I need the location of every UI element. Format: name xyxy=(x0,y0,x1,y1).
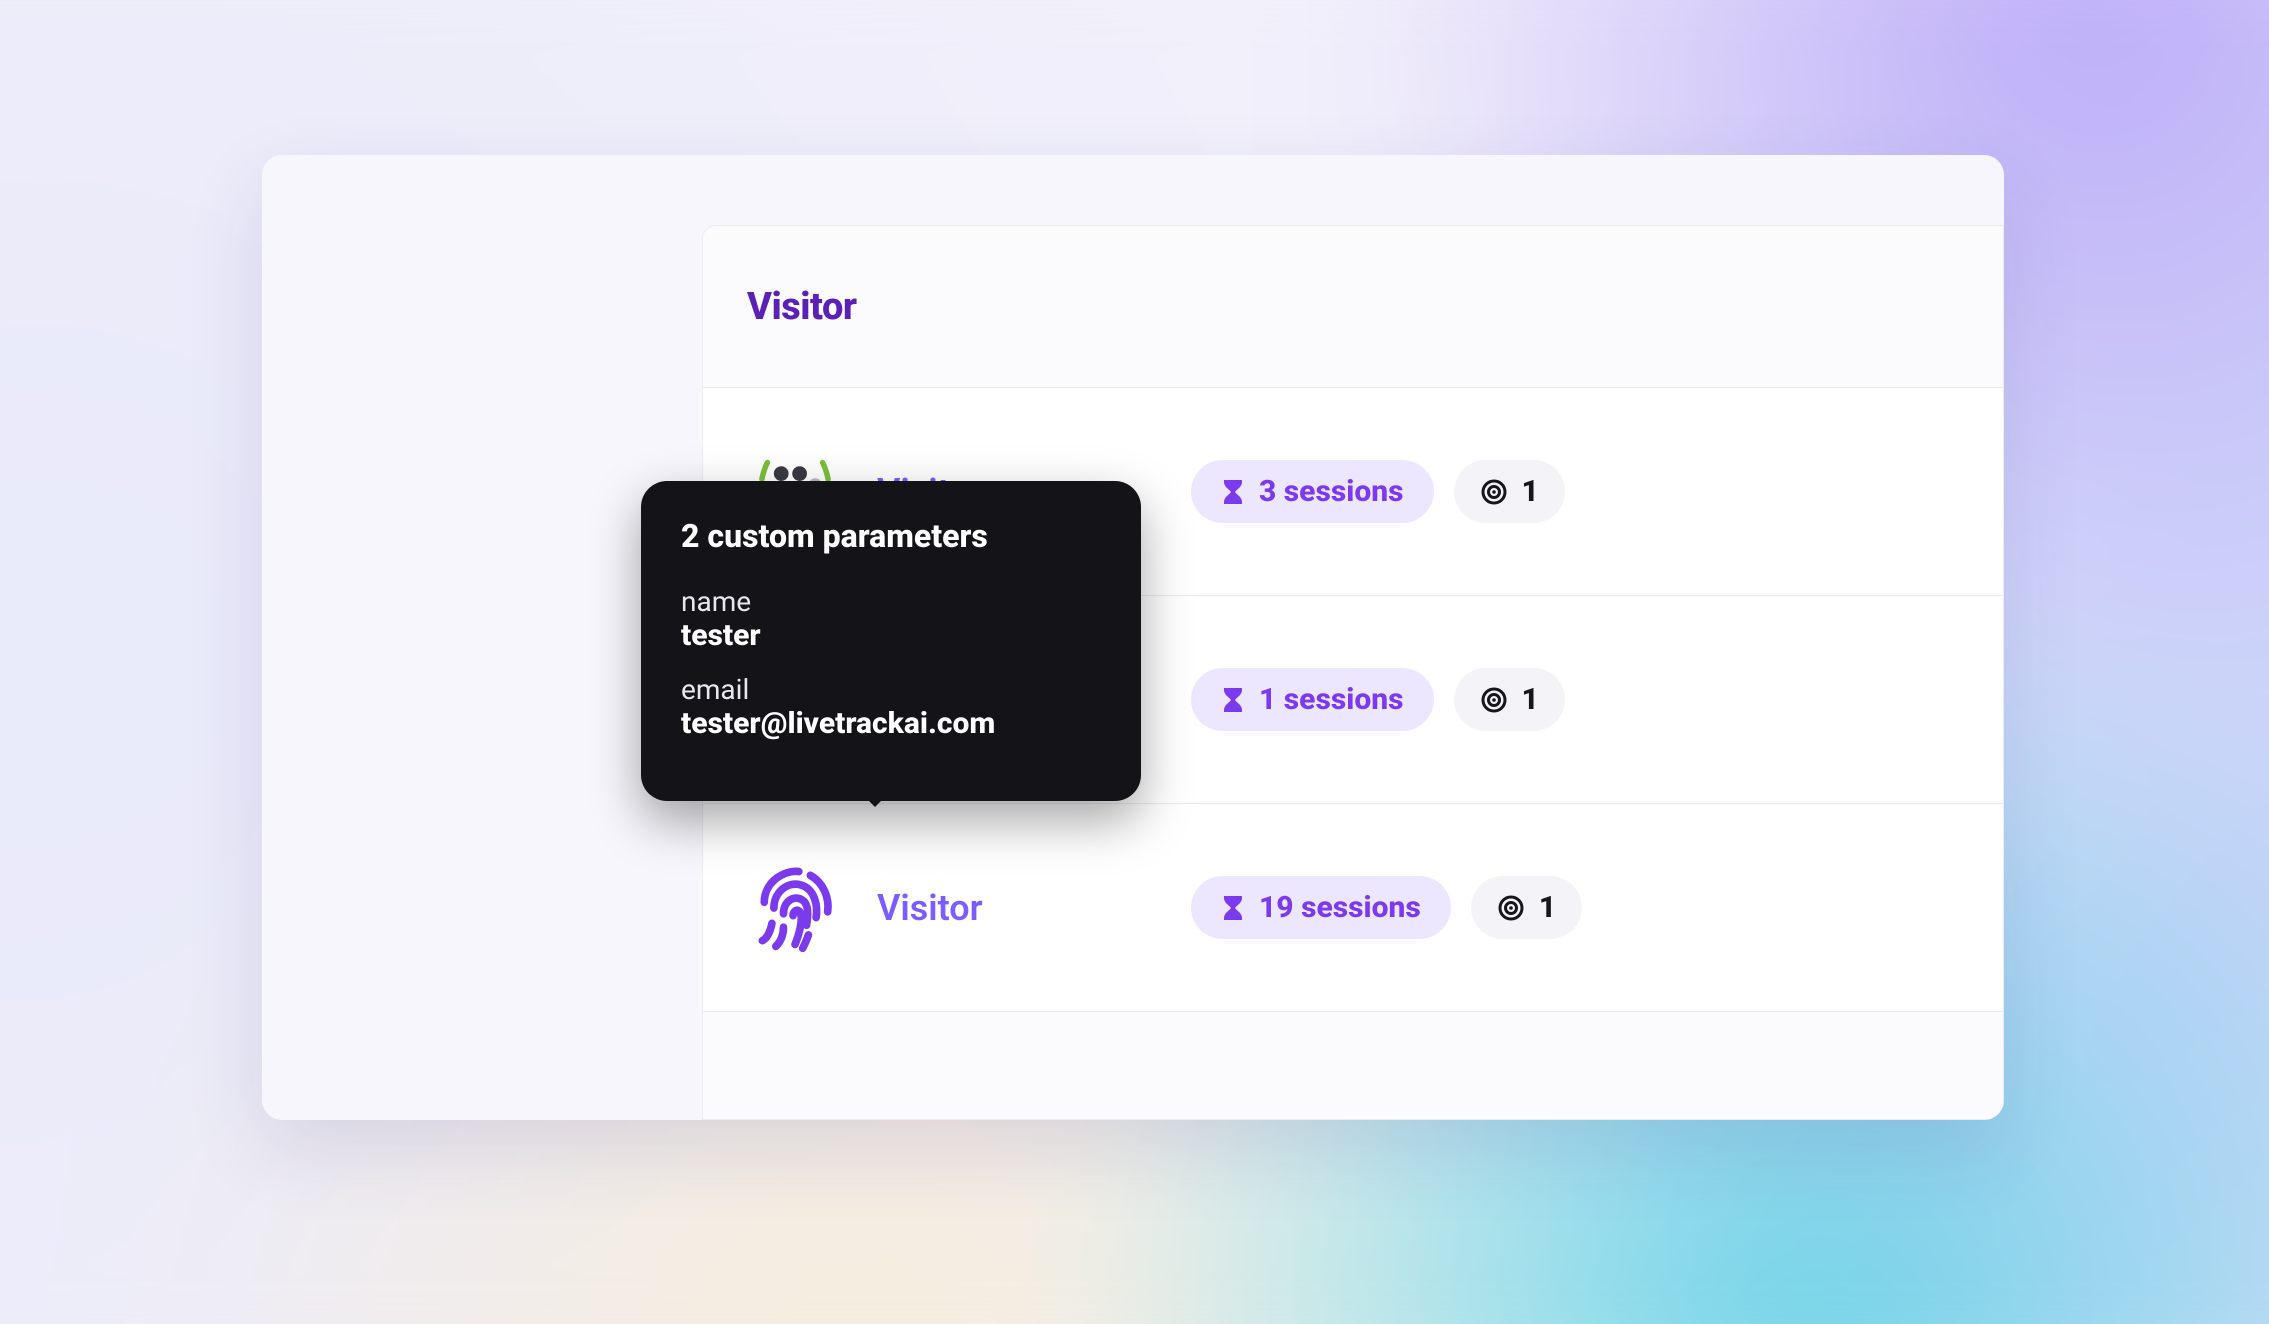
fingerprint-icon xyxy=(747,860,843,956)
hourglass-icon xyxy=(1221,478,1245,506)
custom-parameters-tooltip: 2 custom parameters name tester email te… xyxy=(641,481,1141,801)
sessions-text: 19 sessions xyxy=(1259,890,1421,925)
app-card: Visitor xyxy=(262,155,2004,1120)
tooltip-title: 2 custom parameters xyxy=(681,517,1101,555)
tooltip-param-label: email xyxy=(681,673,1101,706)
panel-title: Visitor xyxy=(747,285,857,329)
hourglass-icon xyxy=(1221,686,1245,714)
sessions-text: 3 sessions xyxy=(1259,474,1404,509)
sessions-badge[interactable]: 1 sessions xyxy=(1191,668,1434,731)
visitor-row[interactable]: Visitor 19 sessions 1 xyxy=(703,804,2003,1012)
tooltip-param-value: tester xyxy=(681,618,1101,653)
target-icon xyxy=(1480,686,1508,714)
visitor-name[interactable]: Visitor xyxy=(877,887,1157,929)
row-badges: 3 sessions 1 xyxy=(1191,460,1565,523)
panel-header: Visitor xyxy=(703,226,2003,388)
targets-badge[interactable]: 1 xyxy=(1471,876,1582,939)
tooltip-param-label: name xyxy=(681,585,1101,618)
sessions-badge[interactable]: 3 sessions xyxy=(1191,460,1434,523)
row-badges: 1 sessions 1 xyxy=(1191,668,1565,731)
targets-badge[interactable]: 1 xyxy=(1454,460,1565,523)
tooltip-param-value: tester@livetrackai.com xyxy=(681,706,1101,741)
targets-text: 1 xyxy=(1539,890,1556,925)
targets-text: 1 xyxy=(1522,682,1539,717)
sessions-badge[interactable]: 19 sessions xyxy=(1191,876,1451,939)
hourglass-icon xyxy=(1221,894,1245,922)
targets-text: 1 xyxy=(1522,474,1539,509)
target-icon xyxy=(1480,478,1508,506)
sessions-text: 1 sessions xyxy=(1259,682,1404,717)
row-badges: 19 sessions 1 xyxy=(1191,876,1582,939)
target-icon xyxy=(1497,894,1525,922)
targets-badge[interactable]: 1 xyxy=(1454,668,1565,731)
